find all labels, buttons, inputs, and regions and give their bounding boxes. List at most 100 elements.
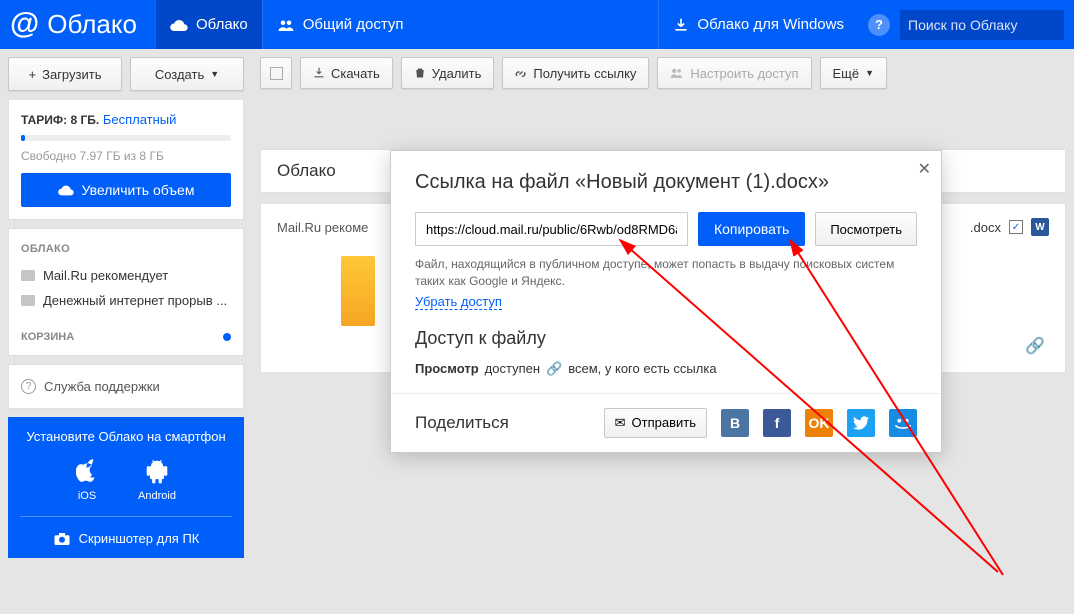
tariff-progress bbox=[21, 135, 231, 141]
public-warning-text: Файл, находящийся в публичном доступе, м… bbox=[415, 256, 917, 290]
promo-shot-label: Скриншотер для ПК bbox=[79, 531, 200, 546]
remove-access-link[interactable]: Убрать доступ bbox=[415, 294, 502, 310]
promo-title: Установите Облако на смартфон bbox=[16, 429, 236, 444]
sidebar-item-money[interactable]: Денежный интернет прорыв ... bbox=[9, 288, 243, 313]
sidebar-support-section: ? Служба поддержки bbox=[8, 364, 244, 409]
share-url-input[interactable] bbox=[415, 212, 688, 246]
link-icon bbox=[515, 67, 527, 79]
help-button[interactable]: ? bbox=[868, 14, 890, 36]
share-title: Поделиться bbox=[415, 413, 509, 433]
create-label: Создать bbox=[155, 67, 204, 82]
promo-ios[interactable]: iOS bbox=[76, 458, 98, 502]
promo-ios-label: iOS bbox=[78, 490, 96, 502]
checkbox-icon[interactable]: ✓ bbox=[1009, 220, 1023, 234]
get-link-label: Получить ссылку bbox=[533, 66, 636, 81]
share-modal: ✕ Ссылка на файл «Новый документ (1).doc… bbox=[390, 150, 942, 453]
promo-screenshoter[interactable]: Скриншотер для ПК bbox=[16, 531, 236, 546]
tariff-label: ТАРИФ: 8 ГБ. bbox=[21, 113, 99, 127]
config-access-label: Настроить доступ bbox=[690, 66, 798, 81]
social-vk[interactable]: B bbox=[721, 409, 749, 437]
upload-label: Загрузить bbox=[42, 67, 101, 82]
logo-at-icon: @ bbox=[10, 7, 39, 41]
send-button[interactable]: ✉ Отправить bbox=[604, 408, 707, 438]
support-link[interactable]: ? Служба поддержки bbox=[9, 375, 243, 398]
sidebar: + Загрузить Создать ▼ ТАРИФ: 8 ГБ. Беспл… bbox=[0, 49, 252, 614]
download-icon bbox=[673, 17, 689, 33]
chevron-down-icon: ▼ bbox=[865, 68, 874, 78]
word-icon: W bbox=[1031, 218, 1049, 236]
plus-icon: + bbox=[29, 67, 37, 82]
breadcrumb-label[interactable]: Облако bbox=[277, 161, 336, 181]
social-ok[interactable]: OK bbox=[805, 409, 833, 437]
file-ext-label: .docx bbox=[970, 220, 1001, 235]
close-button[interactable]: ✕ bbox=[918, 159, 931, 179]
more-label: Ещё bbox=[833, 66, 860, 81]
config-access-button[interactable]: Настроить доступ bbox=[657, 57, 811, 89]
promo-android[interactable]: Android bbox=[138, 458, 176, 502]
link-icon: 🔗 bbox=[546, 361, 562, 377]
file-item-docx[interactable]: .docx ✓ W bbox=[970, 218, 1049, 236]
enlarge-button[interactable]: Увеличить объем bbox=[21, 173, 231, 207]
delete-label: Удалить bbox=[432, 66, 482, 81]
cloud-icon bbox=[58, 184, 74, 196]
people-icon bbox=[277, 18, 295, 32]
access-mode: Просмотр bbox=[415, 361, 479, 376]
nav-cloud-label: Облако bbox=[196, 16, 248, 33]
people-icon bbox=[670, 67, 684, 79]
folder-thumbnail[interactable] bbox=[341, 256, 375, 326]
sidebar-trash-title[interactable]: КОРЗИНА bbox=[21, 331, 74, 343]
social-twitter[interactable] bbox=[847, 409, 875, 437]
enlarge-label: Увеличить объем bbox=[82, 182, 195, 198]
nav-shared[interactable]: Общий доступ bbox=[262, 0, 418, 49]
send-label: Отправить bbox=[632, 415, 696, 430]
logo[interactable]: @ Облако bbox=[0, 0, 155, 49]
sidebar-item-recommend[interactable]: Mail.Ru рекомендует bbox=[9, 263, 243, 288]
promo-android-label: Android bbox=[138, 490, 176, 502]
more-button[interactable]: Ещё ▼ bbox=[820, 57, 888, 89]
nav-cloud[interactable]: Облако bbox=[155, 0, 262, 49]
apple-icon bbox=[76, 458, 98, 484]
chevron-down-icon: ▼ bbox=[210, 69, 219, 79]
support-label: Служба поддержки bbox=[44, 379, 160, 394]
social-facebook[interactable]: f bbox=[763, 409, 791, 437]
folder-icon bbox=[21, 295, 35, 306]
create-button[interactable]: Создать ▼ bbox=[130, 57, 244, 91]
search-box bbox=[900, 10, 1064, 40]
android-icon bbox=[146, 458, 168, 484]
nav-shared-label: Общий доступ bbox=[303, 16, 404, 33]
mail-icon: ✉ bbox=[615, 415, 626, 431]
sidebar-cloud-title: ОБЛАКО bbox=[9, 239, 243, 263]
search-input[interactable] bbox=[900, 10, 1064, 40]
nav-windows-label: Облако для Windows bbox=[697, 16, 844, 33]
modal-footer: Поделиться ✉ Отправить B f OK bbox=[391, 393, 941, 452]
download-button[interactable]: Скачать bbox=[300, 57, 393, 89]
social-moimir[interactable] bbox=[889, 409, 917, 437]
view-button[interactable]: Посмотреть bbox=[815, 212, 917, 246]
main-header: @ Облако Облако Общий доступ Облако для … bbox=[0, 0, 1074, 49]
select-all-checkbox[interactable] bbox=[260, 57, 292, 89]
tariff-box: ТАРИФ: 8 ГБ. Бесплатный Свободно 7.97 ГБ… bbox=[8, 99, 244, 220]
sidebar-item-label: Денежный интернет прорыв ... bbox=[43, 293, 227, 308]
sidebar-cloud-section: ОБЛАКО Mail.Ru рекомендует Денежный инте… bbox=[8, 228, 244, 356]
delete-button[interactable]: Удалить bbox=[401, 57, 495, 89]
sidebar-item-label: Mail.Ru рекомендует bbox=[43, 268, 168, 283]
question-icon: ? bbox=[21, 379, 36, 394]
copy-button[interactable]: Копировать bbox=[698, 212, 805, 246]
trash-icon bbox=[414, 67, 426, 79]
camera-icon bbox=[53, 532, 71, 546]
toolbar: Скачать Удалить Получить ссылку Настроит… bbox=[260, 57, 1074, 89]
tariff-free-text: Свободно 7.97 ГБ из 8 ГБ bbox=[21, 149, 231, 163]
access-title: Доступ к файлу bbox=[415, 328, 917, 349]
promo-box: Установите Облако на смартфон iOS Androi… bbox=[8, 417, 244, 558]
cloud-icon bbox=[170, 18, 188, 32]
link-shared-icon: 🔗 bbox=[1025, 336, 1045, 356]
modal-title: Ссылка на файл «Новый документ (1).docx» bbox=[415, 171, 917, 194]
download-label: Скачать bbox=[331, 66, 380, 81]
download-icon bbox=[313, 67, 325, 79]
nav-windows[interactable]: Облако для Windows bbox=[658, 0, 858, 49]
access-row: Просмотр доступен 🔗 всем, у кого есть сс… bbox=[415, 361, 917, 377]
folder-icon bbox=[21, 270, 35, 281]
tariff-plan[interactable]: Бесплатный bbox=[103, 112, 177, 127]
upload-button[interactable]: + Загрузить bbox=[8, 57, 122, 91]
get-link-button[interactable]: Получить ссылку bbox=[502, 57, 649, 89]
